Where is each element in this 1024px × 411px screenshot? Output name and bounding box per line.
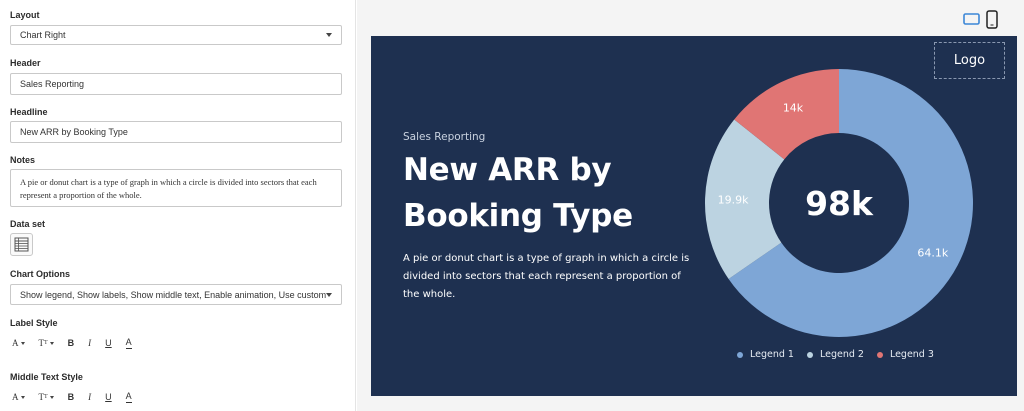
chevron-down-icon <box>326 292 332 297</box>
notes-textarea-value: A pie or donut chart is a type of graph … <box>20 177 317 200</box>
legend-swatch <box>806 351 813 358</box>
label-style-label: Label Style <box>10 318 58 328</box>
chevron-down-icon <box>326 33 332 37</box>
legend-item[interactable]: Legend 2 <box>806 349 864 360</box>
legend-label: Legend 1 <box>750 349 794 360</box>
bold-button[interactable]: B <box>68 336 75 350</box>
layout-select-value: Chart Right <box>20 30 66 40</box>
legend-label: Legend 2 <box>819 349 864 360</box>
desktop-icon[interactable] <box>963 12 980 26</box>
middle-text-style-label: Middle Text Style <box>10 372 83 382</box>
italic-button[interactable]: I <box>88 390 91 404</box>
legend-item[interactable]: Legend 1 <box>737 349 794 360</box>
italic-button[interactable]: I <box>88 336 91 350</box>
underline-button[interactable]: U <box>105 336 112 350</box>
font-family-button[interactable]: A <box>12 390 25 404</box>
layout-label: Layout <box>10 10 40 20</box>
data-label-2: 19.9k <box>718 193 749 206</box>
headline-label: Headline <box>10 107 48 117</box>
donut-chart: 64.1k 19.9k 14k 98k <box>705 69 973 338</box>
legend-label: Legend 3 <box>889 349 934 360</box>
header-input[interactable]: Sales Reporting <box>10 73 342 95</box>
legend-item[interactable]: Legend 3 <box>876 349 934 360</box>
text-color-button[interactable]: A <box>125 392 132 403</box>
headline-input-value: New ARR by Booking Type <box>20 127 128 137</box>
font-family-button[interactable]: A <box>12 336 25 350</box>
chart-options-value: Show legend, Show labels, Show middle te… <box>20 289 328 300</box>
underline-button[interactable]: U <box>105 390 112 404</box>
slide-preview: Logo Sales Reporting New ARR by Booking … <box>371 36 1017 396</box>
notes-textarea[interactable]: A pie or donut chart is a type of graph … <box>10 169 342 207</box>
mobile-icon[interactable] <box>985 10 999 29</box>
data-label-1: 64.1k <box>917 246 948 259</box>
font-size-button[interactable]: TT <box>39 336 54 350</box>
donut-middle-text: 98k <box>805 184 874 223</box>
layout-select[interactable]: Chart Right <box>10 25 342 45</box>
header-input-value: Sales Reporting <box>20 79 85 89</box>
data-label-3: 14k <box>783 101 804 114</box>
notes-label: Notes <box>10 155 36 165</box>
legend-swatch <box>737 351 743 358</box>
font-size-button[interactable]: TT <box>39 390 54 404</box>
chart-legend: Legend 1 Legend 2 Legend 3 <box>737 349 934 360</box>
label-style-toolbar: A TT B I U A <box>12 336 146 350</box>
legend-swatch <box>876 351 883 358</box>
dataset-label: Data set <box>10 219 46 229</box>
header-label: Header <box>10 58 41 68</box>
middle-text-style-toolbar: A TT B I U A <box>12 390 146 404</box>
headline-input[interactable]: New ARR by Booking Type <box>10 121 342 143</box>
chart-options-label: Chart Options <box>10 269 70 279</box>
dataset-button[interactable] <box>10 233 33 256</box>
chart-options-select[interactable]: Show legend, Show labels, Show middle te… <box>10 284 342 305</box>
text-color-button[interactable]: A <box>125 338 132 349</box>
bold-button[interactable]: B <box>68 390 75 404</box>
table-icon <box>14 237 29 252</box>
settings-panel: Layout Chart Right Header Sales Reportin… <box>0 0 356 411</box>
